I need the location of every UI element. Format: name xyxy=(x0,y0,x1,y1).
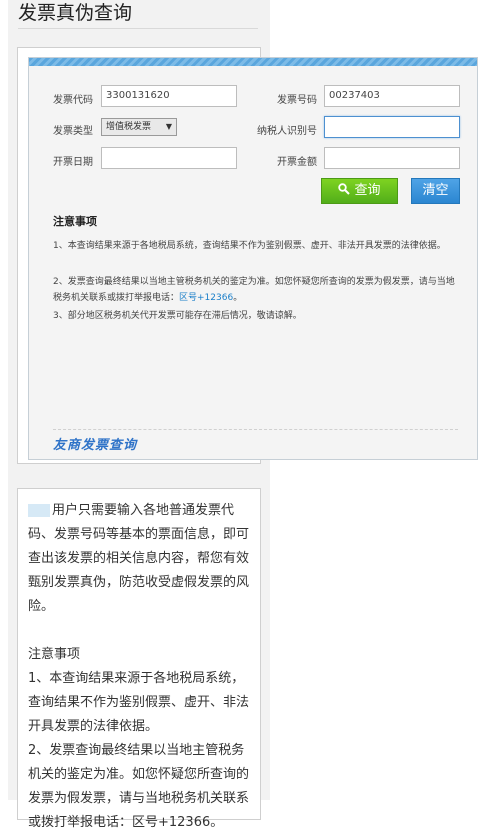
invoice-type-label: 发票类型 xyxy=(53,126,93,137)
taxpayer-id-input[interactable] xyxy=(324,116,460,138)
issue-date-label: 开票日期 xyxy=(53,157,93,168)
issue-date-input[interactable] xyxy=(101,147,237,169)
notice-title: 注意事项 xyxy=(53,215,97,228)
notice-item-3: 3、部分地区税务机关代开发票可能存在滞后情况，敬请谅解。 xyxy=(53,311,302,321)
invoice-number-label: 发票号码 xyxy=(277,95,317,106)
invoice-code-label: 发票代码 xyxy=(53,95,93,106)
report-hotline-link[interactable]: 区号+12366 xyxy=(179,293,233,303)
invoice-code-input[interactable]: 3300131620 xyxy=(101,85,237,107)
notice-item-2-end: 。 xyxy=(233,293,243,303)
query-button[interactable]: 查询 xyxy=(321,178,398,204)
info-notice-item-1: 1、本查询结果来源于各地税局系统，查询结果不作为鉴别假票、虚开、非法开具发票的法… xyxy=(28,671,250,734)
notice-item-2: 2、发票查询最终结果以当地主管税务机关的鉴定为准。如您怀疑您所查询的发票为假发票… xyxy=(53,274,457,306)
notice-item-2-text: 2、发票查询最终结果以当地主管税务机关的鉴定为准。如您怀疑您所查询的发票为假发票… xyxy=(53,277,455,303)
notice-item-1: 1、本查询结果来源于各地税局系统，查询结果不作为鉴别假票、虚开、非法开具发票的法… xyxy=(53,241,446,251)
amount-input[interactable] xyxy=(324,147,460,169)
clear-button[interactable]: 清空 xyxy=(411,178,460,204)
dropdown-caret-icon: ▼ xyxy=(165,122,172,131)
highlight-marker xyxy=(28,504,50,517)
info-content: 用户只需要输入各地普通发票代码、发票号码等基本的票面信息，即可查出该发票的相关信… xyxy=(28,499,252,835)
footer-divider xyxy=(53,429,458,430)
info-notice-item-2: 2、发票查询最终结果以当地主管税务机关的鉴定为准。如您怀疑您所查询的发票为假发票… xyxy=(28,743,250,830)
invoice-number-input[interactable]: 00237403 xyxy=(324,85,460,107)
taxpayer-id-label: 纳税人识别号 xyxy=(257,126,317,137)
info-notice-heading: 注意事项 xyxy=(28,647,81,662)
invoice-type-value: 增值税发票 xyxy=(106,122,152,132)
info-box: 用户只需要输入各地普通发票代码、发票号码等基本的票面信息，即可查出该发票的相关信… xyxy=(17,488,261,830)
info-intro-text: 用户只需要输入各地普通发票代码、发票号码等基本的票面信息，即可查出该发票的相关信… xyxy=(28,503,250,614)
title-divider xyxy=(18,28,258,29)
brand-logo: 友商发票查询 xyxy=(53,438,138,453)
invoice-type-select[interactable]: 增值税发票 ▼ xyxy=(101,118,177,136)
panel-top-stripe xyxy=(29,58,477,66)
info-intro: 用户只需要输入各地普通发票代码、发票号码等基本的票面信息，即可查出该发票的相关信… xyxy=(28,499,252,619)
page-title: 发票真伪查询 xyxy=(18,2,133,24)
search-icon xyxy=(338,183,351,195)
query-button-label: 查询 xyxy=(354,183,381,198)
amount-label: 开票金额 xyxy=(277,157,317,168)
query-panel: 发票代码 3300131620 发票号码 00237403 发票类型 增值税发票… xyxy=(28,57,478,460)
